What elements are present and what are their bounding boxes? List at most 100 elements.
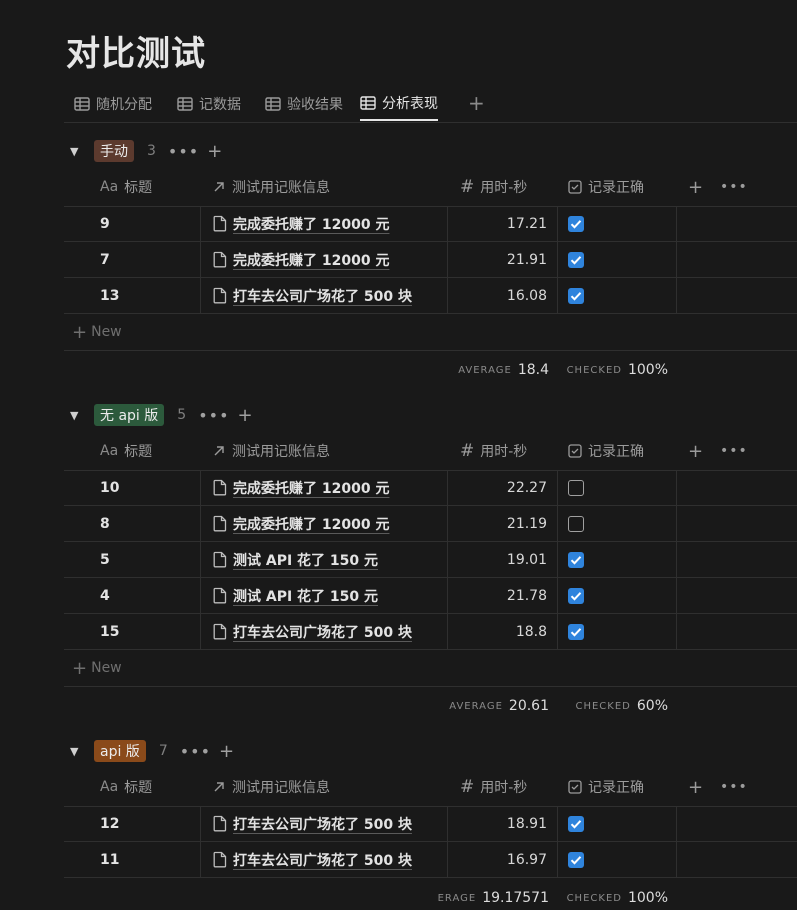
table-row[interactable]: 8 完成委托赚了 12000 元 21.19 <box>64 506 797 542</box>
checkbox-checked[interactable] <box>568 251 584 268</box>
checkbox-checked[interactable] <box>568 815 584 832</box>
tab-analysis[interactable]: 分析表现 <box>360 86 438 121</box>
add-property-icon[interactable]: + <box>688 768 703 806</box>
relation-link[interactable]: 完成委托赚了 12000 元 <box>201 514 389 534</box>
table-row[interactable]: 13 打车去公司广场花了 500 块 16.08 <box>64 278 797 314</box>
time-value[interactable]: 22.27 <box>507 480 557 496</box>
column-label: 记录正确 <box>588 780 644 796</box>
column-header-correct[interactable]: 记录正确 <box>568 168 644 206</box>
checkbox-unchecked[interactable] <box>568 515 584 532</box>
relation-link[interactable]: 测试 API 花了 150 元 <box>201 550 378 570</box>
checked-summary[interactable]: CHECKED 60% <box>575 694 668 718</box>
collapse-toggle-icon[interactable]: ▼ <box>70 409 88 422</box>
add-row-icon[interactable]: + <box>219 741 234 762</box>
time-value[interactable]: 17.21 <box>507 216 557 232</box>
relation-link[interactable]: 完成委托赚了 12000 元 <box>201 478 389 498</box>
column-header-time[interactable]: # 用时-秒 <box>460 432 527 470</box>
row-title[interactable]: 9 <box>64 216 110 232</box>
checked-summary[interactable]: CHECKED 100% <box>567 358 668 382</box>
table-row[interactable]: 15 打车去公司广场花了 500 块 18.8 <box>64 614 797 650</box>
average-summary[interactable]: AVERAGE 18.4 <box>458 358 549 382</box>
add-row-icon[interactable]: + <box>207 141 222 162</box>
column-header-title[interactable]: Aa 标题 <box>100 768 152 806</box>
calc-value: 20.61 <box>508 698 549 714</box>
checked-summary[interactable]: CHECKED 100% <box>567 886 668 910</box>
column-header-title[interactable]: Aa 标题 <box>100 168 152 206</box>
row-title[interactable]: 15 <box>64 624 119 640</box>
group-header: ▼ api 版 7 ••• + <box>70 738 234 764</box>
column-header-time[interactable]: # 用时-秒 <box>460 768 527 806</box>
relation-link[interactable]: 打车去公司广场花了 500 块 <box>201 286 412 306</box>
more-options-icon[interactable]: ••• <box>720 768 748 806</box>
table-header-row: Aa 标题 测试用记账信息 # 用时-秒 记录正确 + ••• <box>64 768 797 807</box>
time-value[interactable]: 21.78 <box>507 588 557 604</box>
more-options-icon[interactable]: ••• <box>198 406 229 425</box>
add-property-icon[interactable]: + <box>688 168 703 206</box>
tab-acceptance-results[interactable]: 验收结果 <box>265 86 343 121</box>
table-row[interactable]: 4 测试 API 花了 150 元 21.78 <box>64 578 797 614</box>
table-row[interactable]: 11 打车去公司广场花了 500 块 16.97 <box>64 842 797 878</box>
column-header-correct[interactable]: 记录正确 <box>568 432 644 470</box>
relation-link[interactable]: 完成委托赚了 12000 元 <box>201 250 389 270</box>
relation-link[interactable]: 测试 API 花了 150 元 <box>201 586 378 606</box>
add-row-icon[interactable]: + <box>238 405 253 426</box>
row-title[interactable]: 7 <box>64 252 110 268</box>
add-property-icon[interactable]: + <box>688 432 703 470</box>
relation-link[interactable]: 打车去公司广场花了 500 块 <box>201 622 412 642</box>
check-icon <box>570 627 582 637</box>
more-options-icon[interactable]: ••• <box>168 142 199 161</box>
row-title[interactable]: 4 <box>64 588 110 604</box>
row-title[interactable]: 13 <box>64 288 119 304</box>
checkbox-checked[interactable] <box>568 215 584 232</box>
relation-link[interactable]: 打车去公司广场花了 500 块 <box>201 850 412 870</box>
column-header-relation[interactable]: 测试用记账信息 <box>212 168 330 206</box>
table-row[interactable]: 5 测试 API 花了 150 元 19.01 <box>64 542 797 578</box>
checkbox-unchecked[interactable] <box>568 479 584 496</box>
time-value[interactable]: 19.01 <box>507 552 557 568</box>
average-summary[interactable]: AVERAGE 20.61 <box>449 694 549 718</box>
row-title[interactable]: 10 <box>64 480 119 496</box>
more-options-icon[interactable]: ••• <box>180 742 211 761</box>
table-row[interactable]: 10 完成委托赚了 12000 元 22.27 <box>64 470 797 506</box>
checkbox-checked[interactable] <box>568 851 584 868</box>
add-view-icon[interactable]: + <box>468 91 485 115</box>
document-icon <box>213 551 227 568</box>
relation-link[interactable]: 完成委托赚了 12000 元 <box>201 214 389 234</box>
time-value[interactable]: 16.08 <box>507 288 557 304</box>
time-value[interactable]: 18.91 <box>507 816 557 832</box>
column-header-time[interactable]: # 用时-秒 <box>460 168 527 206</box>
new-row-button[interactable]: + New <box>64 650 797 687</box>
relation-text: 测试 API 花了 150 元 <box>233 552 379 569</box>
collapse-toggle-icon[interactable]: ▼ <box>70 145 88 158</box>
plus-icon: + <box>72 321 88 343</box>
row-title[interactable]: 5 <box>64 552 110 568</box>
check-icon <box>570 819 582 829</box>
time-value[interactable]: 21.19 <box>507 516 557 532</box>
more-options-icon[interactable]: ••• <box>720 168 748 206</box>
checkbox-checked[interactable] <box>568 587 584 604</box>
tab-record-data[interactable]: 记数据 <box>177 86 241 121</box>
time-value[interactable]: 16.97 <box>507 852 557 868</box>
row-title[interactable]: 11 <box>64 852 119 868</box>
average-summary[interactable]: ERAGE 19.17571 <box>438 886 549 910</box>
relation-link[interactable]: 打车去公司广场花了 500 块 <box>201 814 412 834</box>
column-header-title[interactable]: Aa 标题 <box>100 432 152 470</box>
checkbox-checked[interactable] <box>568 551 584 568</box>
new-row-button[interactable]: + New <box>64 314 797 351</box>
column-header-correct[interactable]: 记录正确 <box>568 768 644 806</box>
time-value[interactable]: 18.8 <box>516 624 557 640</box>
more-options-icon[interactable]: ••• <box>720 432 748 470</box>
column-header-relation[interactable]: 测试用记账信息 <box>212 768 330 806</box>
checkbox-checked[interactable] <box>568 287 584 304</box>
row-title[interactable]: 12 <box>64 816 119 832</box>
row-title[interactable]: 8 <box>64 516 110 532</box>
collapse-toggle-icon[interactable]: ▼ <box>70 745 88 758</box>
checkbox-checked[interactable] <box>568 623 584 640</box>
column-header-relation[interactable]: 测试用记账信息 <box>212 432 330 470</box>
table-row[interactable]: 7 完成委托赚了 12000 元 21.91 <box>64 242 797 278</box>
time-value[interactable]: 21.91 <box>507 252 557 268</box>
table-row[interactable]: 12 打车去公司广场花了 500 块 18.91 <box>64 806 797 842</box>
tab-random-assign[interactable]: 随机分配 <box>74 86 152 121</box>
table-row[interactable]: 9 完成委托赚了 12000 元 17.21 <box>64 206 797 242</box>
document-icon <box>213 251 227 268</box>
